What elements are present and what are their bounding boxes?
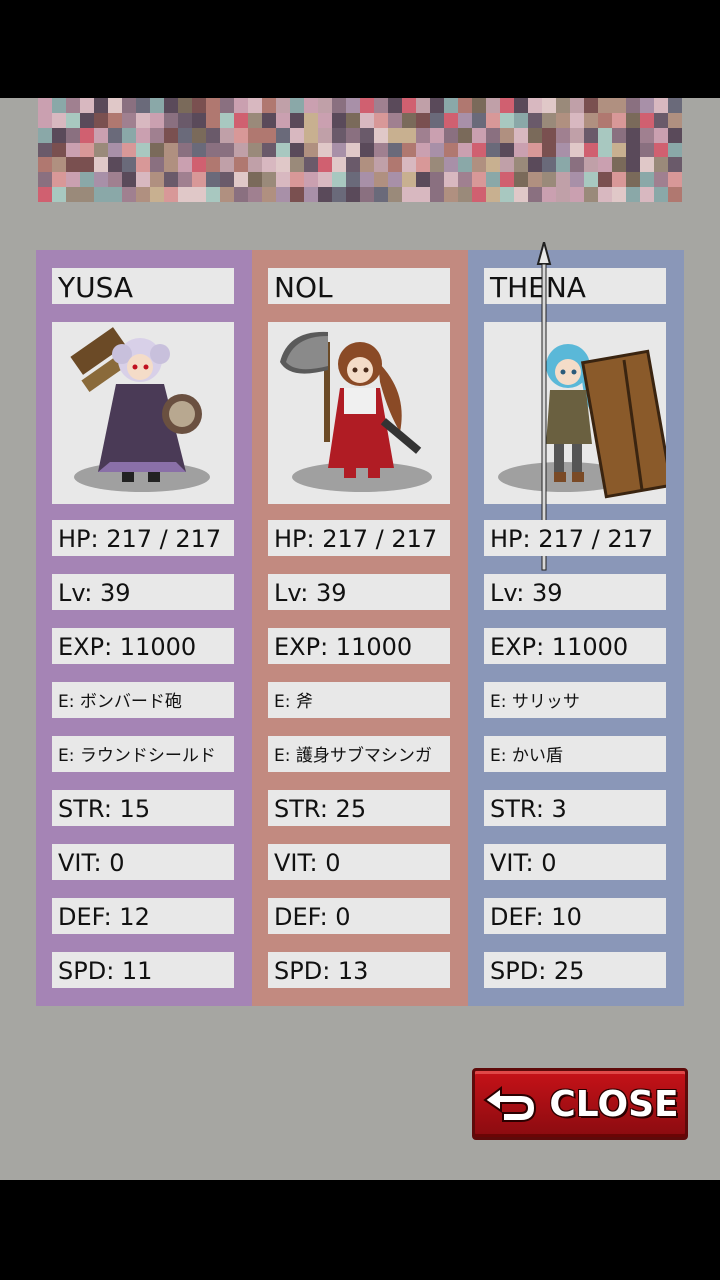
ad-banner[interactable] [38,98,682,202]
str-value: STR: 3 [484,790,666,826]
level-value: Lv: 39 [484,574,666,610]
character-panel-thena: THENA HP: 217 / 217 Lv: 39 EXP: 11000 E:… [468,242,684,1006]
equipment-slot-1[interactable]: E: サリッサ [484,682,666,718]
equipment-slot-2[interactable]: E: ラウンドシールド [52,736,234,772]
equipment-slot-1[interactable]: E: ボンバード砲 [52,682,234,718]
close-button[interactable]: CLOSE [472,1068,688,1140]
spd-value: SPD: 11 [52,952,234,988]
equipment-slot-1[interactable]: E: 斧 [268,682,450,718]
spear-girl-sprite [484,242,666,571]
vit-value: VIT: 0 [484,844,666,880]
exp-value: EXP: 11000 [52,628,234,664]
character-panel-nol: NOL HP: 217 / 217 Lv: 39 EXP: 11000 E: 斧… [252,250,468,1006]
gunner-girl-sprite [52,322,234,504]
hp-value: HP: 217 / 217 [52,520,234,556]
spd-value: SPD: 13 [268,952,450,988]
exp-value: EXP: 11000 [268,628,450,664]
def-value: DEF: 12 [52,898,234,934]
character-panel-yusa: YUSA HP: 217 / 217 Lv: 39 EXP: 11000 E: … [36,250,252,1006]
str-value: STR: 15 [52,790,234,826]
hp-value: HP: 217 / 217 [268,520,450,556]
close-label: CLOSE [549,1083,679,1125]
spd-value: SPD: 25 [484,952,666,988]
return-arrow-icon [483,1086,537,1122]
str-value: STR: 25 [268,790,450,826]
level-value: Lv: 39 [268,574,450,610]
character-name: THENA [484,268,666,304]
level-value: Lv: 39 [52,574,234,610]
axe-girl-sprite [268,322,450,504]
status-screen: YUSA HP: 217 / 217 Lv: 39 EXP: 11000 E: … [0,98,720,1180]
vit-value: VIT: 0 [52,844,234,880]
equipment-slot-2[interactable]: E: 護身サブマシンガ [268,736,450,772]
vit-value: VIT: 0 [268,844,450,880]
def-value: DEF: 10 [484,898,666,934]
hp-value: HP: 217 / 217 [484,520,666,556]
character-name: YUSA [52,268,234,304]
exp-value: EXP: 11000 [484,628,666,664]
character-name: NOL [268,268,450,304]
equipment-slot-2[interactable]: E: かい盾 [484,736,666,772]
def-value: DEF: 0 [268,898,450,934]
